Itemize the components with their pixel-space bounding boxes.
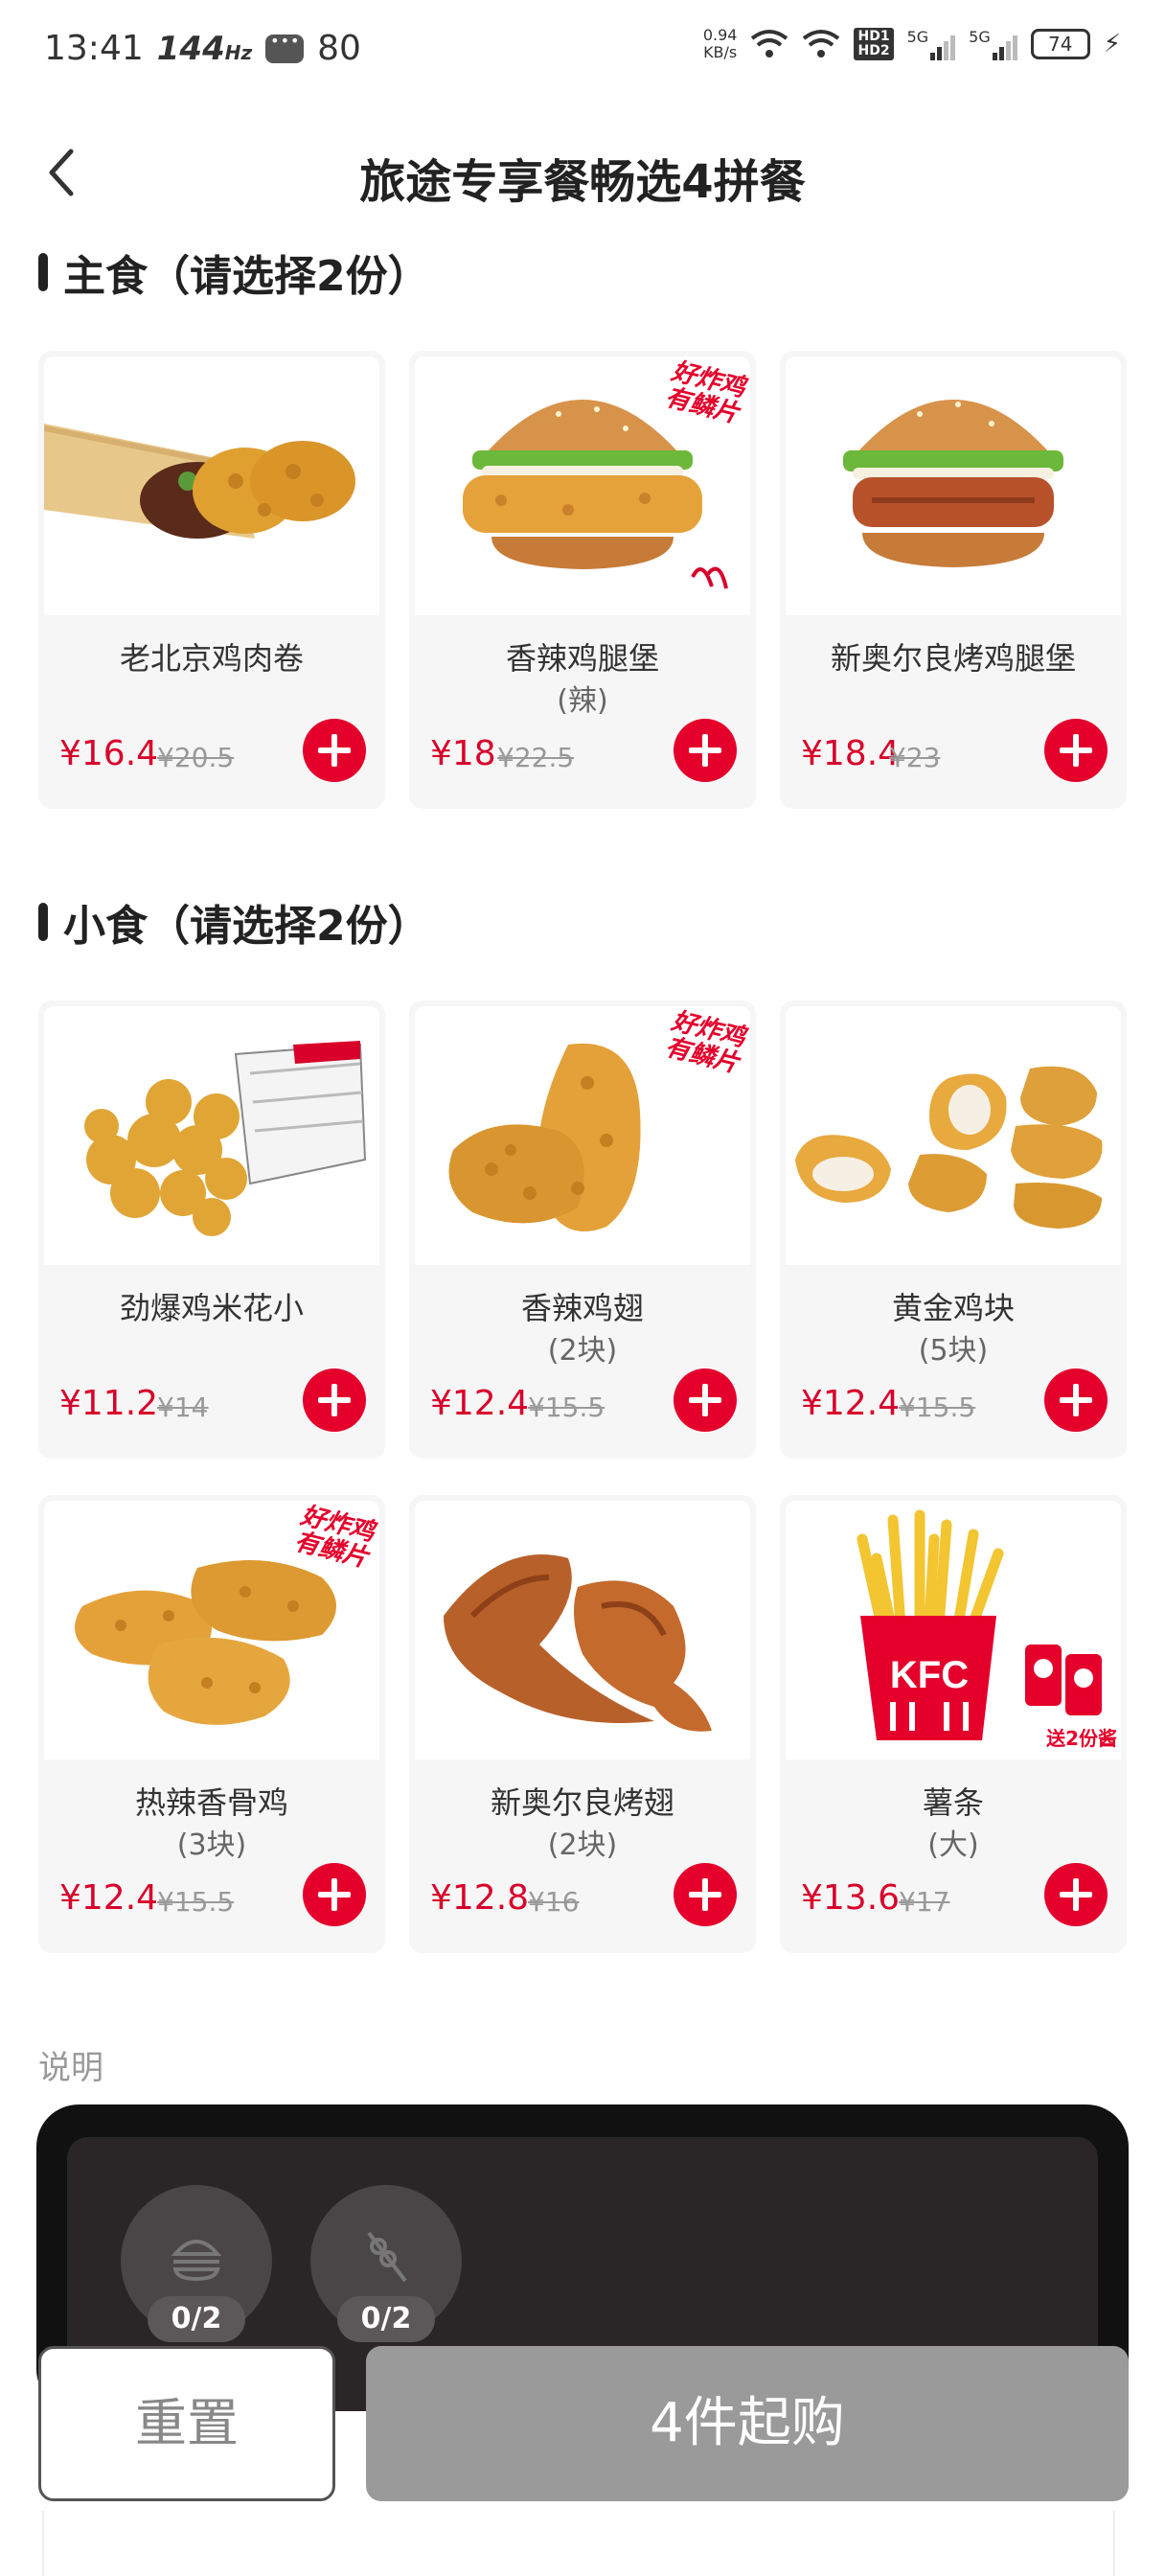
- reset-button[interactable]: 重置: [38, 2346, 335, 2501]
- product-name: 新奥尔良烤鸡腿堡: [830, 640, 1076, 677]
- product-name: 新奥尔良烤翅: [490, 1784, 674, 1821]
- status-time: 13:41: [44, 29, 144, 68]
- product-price: ¥12.4: [59, 1878, 159, 1918]
- product-original-price: ¥17: [899, 1886, 950, 1918]
- product-subtitle: (3块): [176, 1828, 247, 1862]
- product-image-orleans-wings: [415, 1501, 750, 1760]
- section-header-main: 主食（请选择2份）: [38, 242, 430, 303]
- product-card[interactable]: 老北京鸡肉卷 ¥16.4 ¥20.5: [38, 351, 385, 809]
- product-name: 黄金鸡块: [891, 1290, 1015, 1326]
- product-price: ¥18.4: [801, 734, 901, 773]
- product-card[interactable]: 新奥尔良烤鸡腿堡 ¥18.4 ¥23: [780, 351, 1127, 809]
- product-image-hot-chicken: 好炸鸡 有鳞片: [44, 1501, 379, 1760]
- product-subtitle: (5块): [918, 1334, 989, 1368]
- product-card[interactable]: 好炸鸡 有鳞片 香辣鸡翅 (2块) ¥12.4 ¥15.5: [409, 1000, 756, 1459]
- product-image-popcorn-chicken: [44, 1006, 379, 1265]
- main-dish-slot[interactable]: 0/2: [121, 2185, 272, 2342]
- section-marker: [38, 903, 48, 941]
- product-image-nuggets: [786, 1006, 1121, 1265]
- product-card[interactable]: 劲爆鸡米花小 ¥11.2 ¥14: [38, 1000, 385, 1459]
- fries-promo-text: 送2份酱: [1046, 1727, 1117, 1750]
- status-left: 13:41 144Hz 80: [44, 29, 361, 68]
- product-image-orleans-burger: [786, 356, 1121, 615]
- product-original-price: ¥15.5: [157, 1886, 235, 1918]
- product-subtitle: (2块): [547, 1828, 618, 1862]
- add-button[interactable]: [303, 1863, 366, 1926]
- description-label: 说明: [38, 2049, 103, 2087]
- status-bar: 13:41 144Hz 80 0.94 KB/s HD1 HD2 5G 5G: [0, 0, 1165, 96]
- product-name: 香辣鸡腿堡: [505, 640, 659, 677]
- charging-icon: ⚡: [1103, 30, 1121, 58]
- product-image-chicken-wrap: [44, 356, 379, 615]
- signal-sim2-icon: 5G: [969, 28, 1017, 60]
- side-dish-count: 0/2: [337, 2296, 435, 2342]
- add-button[interactable]: [1044, 1863, 1108, 1926]
- product-original-price: ¥20.5: [157, 742, 235, 773]
- notification-count: 80: [317, 29, 361, 68]
- add-button[interactable]: [303, 1368, 366, 1432]
- product-price: ¥12.4: [430, 1384, 530, 1423]
- product-original-price: ¥22.5: [497, 742, 575, 773]
- network-speed: 0.94 KB/s: [702, 26, 738, 61]
- section-title: 小食（请选择2份）: [63, 902, 430, 951]
- product-card[interactable]: 好炸鸡 有鳞片 香辣鸡腿堡 (辣) ¥18 ¥22.5: [409, 351, 756, 809]
- product-subtitle: (大): [927, 1828, 979, 1862]
- wifi-icon: [751, 30, 788, 58]
- product-original-price: ¥16: [528, 1886, 580, 1918]
- add-button[interactable]: [303, 719, 366, 782]
- add-button[interactable]: [674, 1863, 737, 1926]
- product-image-fries: KFC 送2份酱: [786, 1501, 1121, 1760]
- product-image-spicy-wings: 好炸鸡 有鳞片: [415, 1006, 750, 1265]
- product-original-price: ¥15.5: [528, 1392, 605, 1423]
- bottom-strip: [42, 2511, 1115, 2576]
- product-price: ¥12.4: [801, 1384, 901, 1423]
- message-icon: [265, 32, 305, 63]
- product-price: ¥11.2: [59, 1384, 159, 1423]
- product-original-price: ¥23: [889, 742, 941, 773]
- section-title: 主食（请选择2份）: [63, 252, 430, 301]
- page-title: 旅途专享餐畅选4拼餐: [359, 155, 806, 209]
- add-button[interactable]: [1044, 1368, 1108, 1432]
- section-marker: [38, 253, 48, 291]
- skewer-icon: [367, 2231, 407, 2283]
- product-image-spicy-burger: 好炸鸡 有鳞片: [415, 356, 750, 615]
- product-name: 老北京鸡肉卷: [119, 640, 304, 677]
- hd-indicator: HD1 HD2: [854, 28, 894, 60]
- product-card[interactable]: KFC 送2份酱 薯条 (大) ¥13.6 ¥17: [780, 1495, 1127, 1953]
- svg-text:KFC: KFC: [890, 1654, 969, 1696]
- product-price: ¥16.4: [59, 734, 159, 773]
- burger-icon: [171, 2240, 222, 2282]
- product-card[interactable]: 好炸鸡 有鳞片 热辣香骨鸡 (3块) ¥12.4 ¥15.5: [38, 1495, 385, 1953]
- product-card[interactable]: 新奥尔良烤翅 (2块) ¥12.8 ¥16: [409, 1495, 756, 1953]
- product-subtitle: (2块): [547, 1334, 618, 1368]
- status-right: 0.94 KB/s HD1 HD2 5G 5G 74 ⚡: [703, 27, 1121, 61]
- battery-icon: 74: [1030, 29, 1090, 59]
- side-dish-slot[interactable]: 0/2: [310, 2185, 462, 2342]
- product-price: ¥18: [430, 734, 496, 773]
- wifi-icon-2: [803, 30, 840, 58]
- product-name: 薯条: [922, 1784, 984, 1821]
- product-price: ¥12.8: [430, 1878, 530, 1918]
- product-card[interactable]: 黄金鸡块 (5块) ¥12.4 ¥15.5: [780, 1000, 1127, 1459]
- product-price: ¥13.6: [801, 1878, 901, 1918]
- add-button[interactable]: [1044, 719, 1108, 782]
- refresh-rate: 144Hz: [156, 29, 253, 68]
- section-header-sides: 小食（请选择2份）: [38, 891, 430, 953]
- buy-button[interactable]: 4件起购: [366, 2346, 1129, 2501]
- add-button[interactable]: [674, 719, 737, 782]
- product-subtitle: (辣): [557, 684, 608, 718]
- main-dish-count: 0/2: [148, 2296, 245, 2342]
- product-name: 劲爆鸡米花小: [119, 1290, 304, 1326]
- product-name: 香辣鸡翅: [520, 1290, 644, 1326]
- signal-sim1-icon: 5G: [907, 28, 956, 60]
- product-name: 热辣香骨鸡: [134, 1784, 288, 1821]
- product-original-price: ¥15.5: [899, 1392, 976, 1423]
- product-original-price: ¥14: [157, 1392, 209, 1423]
- add-button[interactable]: [674, 1368, 737, 1432]
